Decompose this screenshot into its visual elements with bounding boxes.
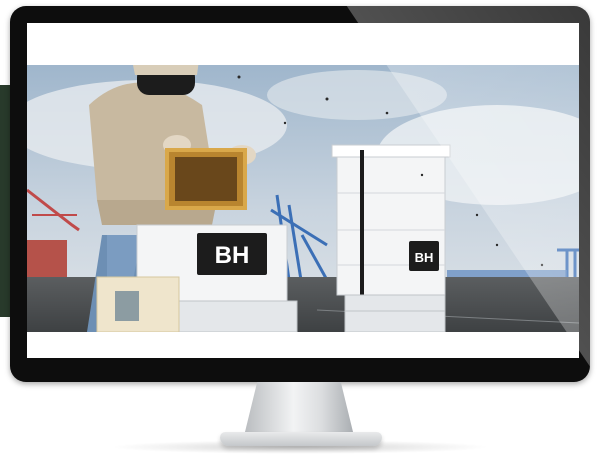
rooftop-beehive-scene: BH BH: [27, 65, 579, 332]
beehive-right: BH: [331, 144, 451, 332]
hive-logo-left: BH: [215, 242, 250, 269]
monitor-screen: BH BH: [27, 23, 579, 358]
hive-logo-right: BH: [415, 250, 434, 265]
monitor-stand-neck: [244, 382, 354, 436]
beekeeping-photo: BH BH: [27, 65, 579, 332]
monitor: BH BH: [10, 6, 590, 382]
cloud: [267, 70, 447, 120]
monitor-stand-base: [220, 432, 382, 446]
